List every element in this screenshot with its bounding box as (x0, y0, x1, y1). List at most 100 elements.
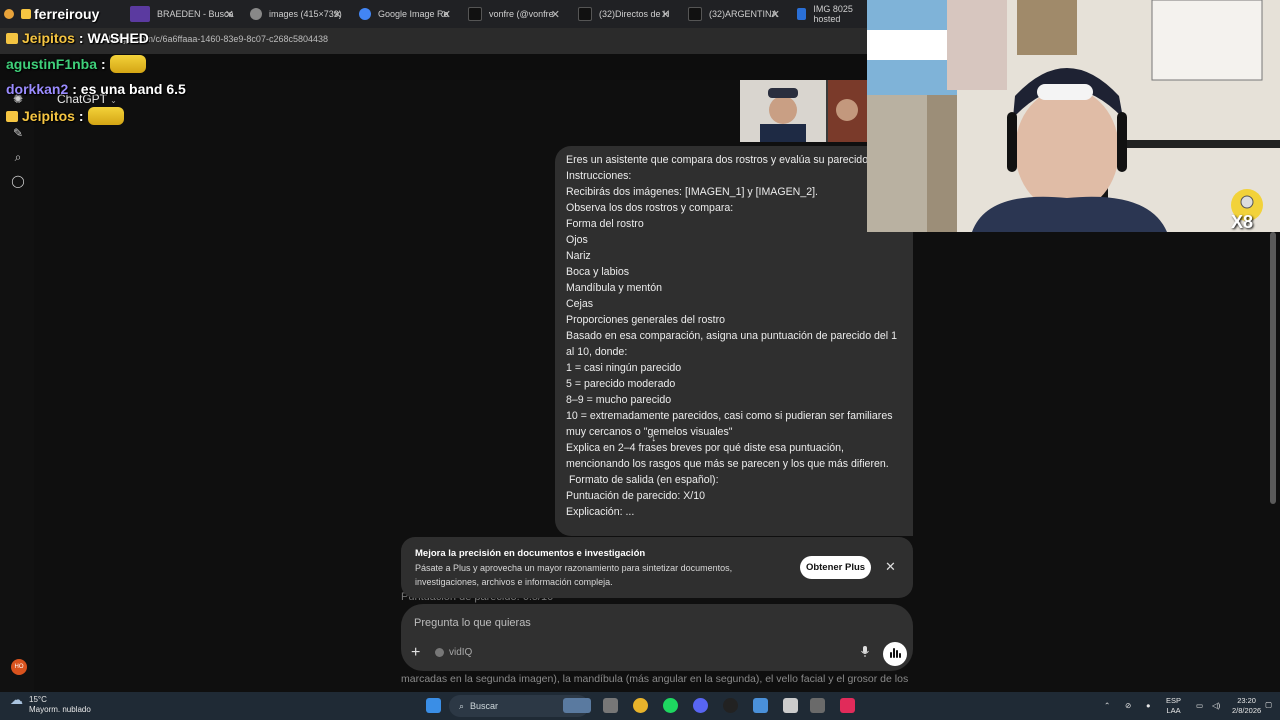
tiktok-icon (688, 7, 702, 21)
volume-icon[interactable]: ◁) (1212, 701, 1220, 711)
tab-5[interactable]: (32)Directos de H ✕ (578, 2, 678, 26)
vidiq-tool[interactable]: vidIQ (435, 647, 472, 658)
lang-code: ESP (1166, 696, 1182, 705)
tab-4[interactable]: vonfre (@vonfre ✕ (468, 2, 568, 26)
tab-7[interactable]: IMG 8025 hosted (797, 2, 867, 26)
tab-2[interactable]: images (415×739) ✕ (250, 2, 350, 26)
close-icon[interactable]: ✕ (225, 8, 234, 21)
tab-label: (32)Directos de H (599, 9, 670, 19)
emote-icon (109, 55, 146, 73)
search-icon[interactable]: ⌕ (11, 150, 25, 164)
close-icon[interactable]: ✕ (551, 8, 560, 21)
display-icon[interactable]: ▭ (1196, 701, 1203, 711)
message-line: muy cercanos o "gemelos visuales" (566, 426, 733, 438)
close-icon[interactable]: ✕ (885, 559, 896, 575)
tiktok-icon[interactable] (840, 698, 855, 713)
tiktok-icon (578, 7, 592, 21)
emote-icon (87, 107, 124, 125)
notepad-icon[interactable] (753, 698, 768, 713)
chat-text: : (101, 56, 106, 72)
windows-start-icon[interactable] (426, 698, 441, 713)
google-icon (359, 8, 371, 20)
clock[interactable]: 23:20 2/8/2026 (1232, 696, 1261, 716)
search-highlight-icon (563, 698, 591, 713)
message-line: 1 = casi ningún parecido (566, 362, 682, 374)
notification-icon[interactable]: ▢ (1265, 700, 1272, 710)
message-line: Basado en esa comparación, asigna una pu… (566, 330, 897, 342)
close-icon[interactable]: ✕ (661, 8, 670, 21)
message-line: Nariz (566, 250, 591, 262)
weather-desc: Mayorm. nublado (29, 705, 91, 714)
chat-bubble-icon[interactable]: ◯ (11, 174, 25, 188)
chat-message: Jeipitos : WASHED (6, 30, 149, 46)
avatar[interactable]: HO (11, 659, 27, 675)
prompt-composer[interactable]: Pregunta lo que quieras + vidIQ (401, 604, 913, 671)
close-icon[interactable]: ✕ (333, 8, 342, 21)
tab-label: vonfre (@vonfre (489, 9, 554, 19)
network-icon[interactable]: ⊘ (1125, 701, 1131, 711)
stream-favicon (4, 9, 14, 19)
chat-message: Jeipitos : (6, 107, 124, 125)
tab-label: images (415×739) (269, 9, 342, 19)
message-line: 8–9 = mucho parecido (566, 394, 672, 406)
webcam-overlay: X8 (867, 0, 1280, 232)
app-icon[interactable] (723, 698, 738, 713)
message-line: Puntuación de parecido: X/10 (566, 490, 705, 502)
new-chat-icon[interactable]: ✎ (11, 126, 25, 140)
snipping-tool-icon[interactable] (783, 698, 798, 713)
cloud-icon: ☁ (10, 692, 23, 707)
voice-mode-button[interactable] (883, 642, 907, 666)
microphone-icon[interactable] (861, 646, 869, 657)
weather-text: 15°C Mayorm. nublado (29, 695, 91, 715)
message-line: Explica en 2–4 frases breves por qué dis… (566, 442, 844, 454)
chat-text: : es una band 6.5 (72, 81, 186, 97)
tab-label: BRAEDEN - Busca (157, 9, 234, 19)
spotify-icon[interactable] (663, 698, 678, 713)
windows-taskbar: ☁ 15°C Mayorm. nublado ⌕ Buscar ⌃ ⊘ ● ESP… (0, 692, 1280, 720)
app-icon[interactable] (810, 698, 825, 713)
chevron-down-icon: ⌄ (110, 96, 117, 105)
message-line: Explicación: ... (566, 506, 635, 518)
message-line: Instrucciones: (566, 170, 632, 182)
add-attachment-icon[interactable]: + (411, 644, 420, 662)
tab-1[interactable]: BRAEDEN - Busca ✕ (130, 2, 242, 26)
weather-widget[interactable]: ☁ 15°C Mayorm. nublado (10, 692, 91, 715)
user-message-text: Eres un asistente que compara dos rostro… (566, 152, 897, 520)
prompt-input[interactable]: Pregunta lo que quieras (414, 617, 531, 629)
tab-0[interactable]: ferreirouy (4, 2, 126, 26)
tab-3[interactable]: Google Image Re ✕ (359, 2, 459, 26)
microphone-icon[interactable]: ● (1146, 701, 1151, 711)
chevron-up-icon[interactable]: ⌃ (1104, 701, 1110, 711)
multiplier-label: X8 (1231, 212, 1254, 232)
image-thumbnails[interactable] (740, 80, 867, 142)
tiktok-icon (468, 7, 482, 21)
upgrade-banner: Mejora la precisión en documentos e inve… (401, 537, 913, 598)
task-view-icon[interactable] (603, 698, 618, 713)
language-indicator[interactable]: ESP LAA (1166, 696, 1181, 716)
image-icon (797, 8, 807, 20)
voice-bar (893, 648, 895, 658)
voice-bar (899, 653, 901, 658)
time: 23:20 (1237, 696, 1256, 705)
close-icon[interactable]: ✕ (771, 8, 780, 21)
chat-username: agustinF1nba (6, 56, 98, 72)
message-line: Proporciones generales del rostro (566, 314, 725, 326)
discord-icon[interactable] (693, 698, 708, 713)
voice-bar (896, 650, 898, 658)
scroll-down-icon[interactable]: ↓ (651, 432, 657, 444)
message-line: Cejas (566, 298, 594, 310)
tab-6[interactable]: (32)ARGENTINA ✕ (688, 2, 788, 26)
chatgpt-sidebar: ✺ ✎ ⌕ ◯ (0, 80, 34, 692)
get-plus-button[interactable]: Obtener Plus (800, 556, 871, 579)
message-line: al 10, donde: (566, 346, 628, 358)
message-line: 5 = parecido moderado (566, 378, 676, 390)
close-icon[interactable]: ✕ (442, 8, 451, 21)
scrollbar[interactable] (1270, 232, 1276, 504)
tab-label: Google Image Re (378, 9, 449, 19)
tab-label: IMG 8025 hosted (813, 4, 853, 24)
chrome-icon[interactable] (633, 698, 648, 713)
chat-username: dorkkan2 (6, 81, 69, 97)
face-thumbnails-image (740, 80, 867, 142)
chat-username: Jeipitos (22, 108, 75, 124)
tab-favicon (130, 6, 150, 22)
